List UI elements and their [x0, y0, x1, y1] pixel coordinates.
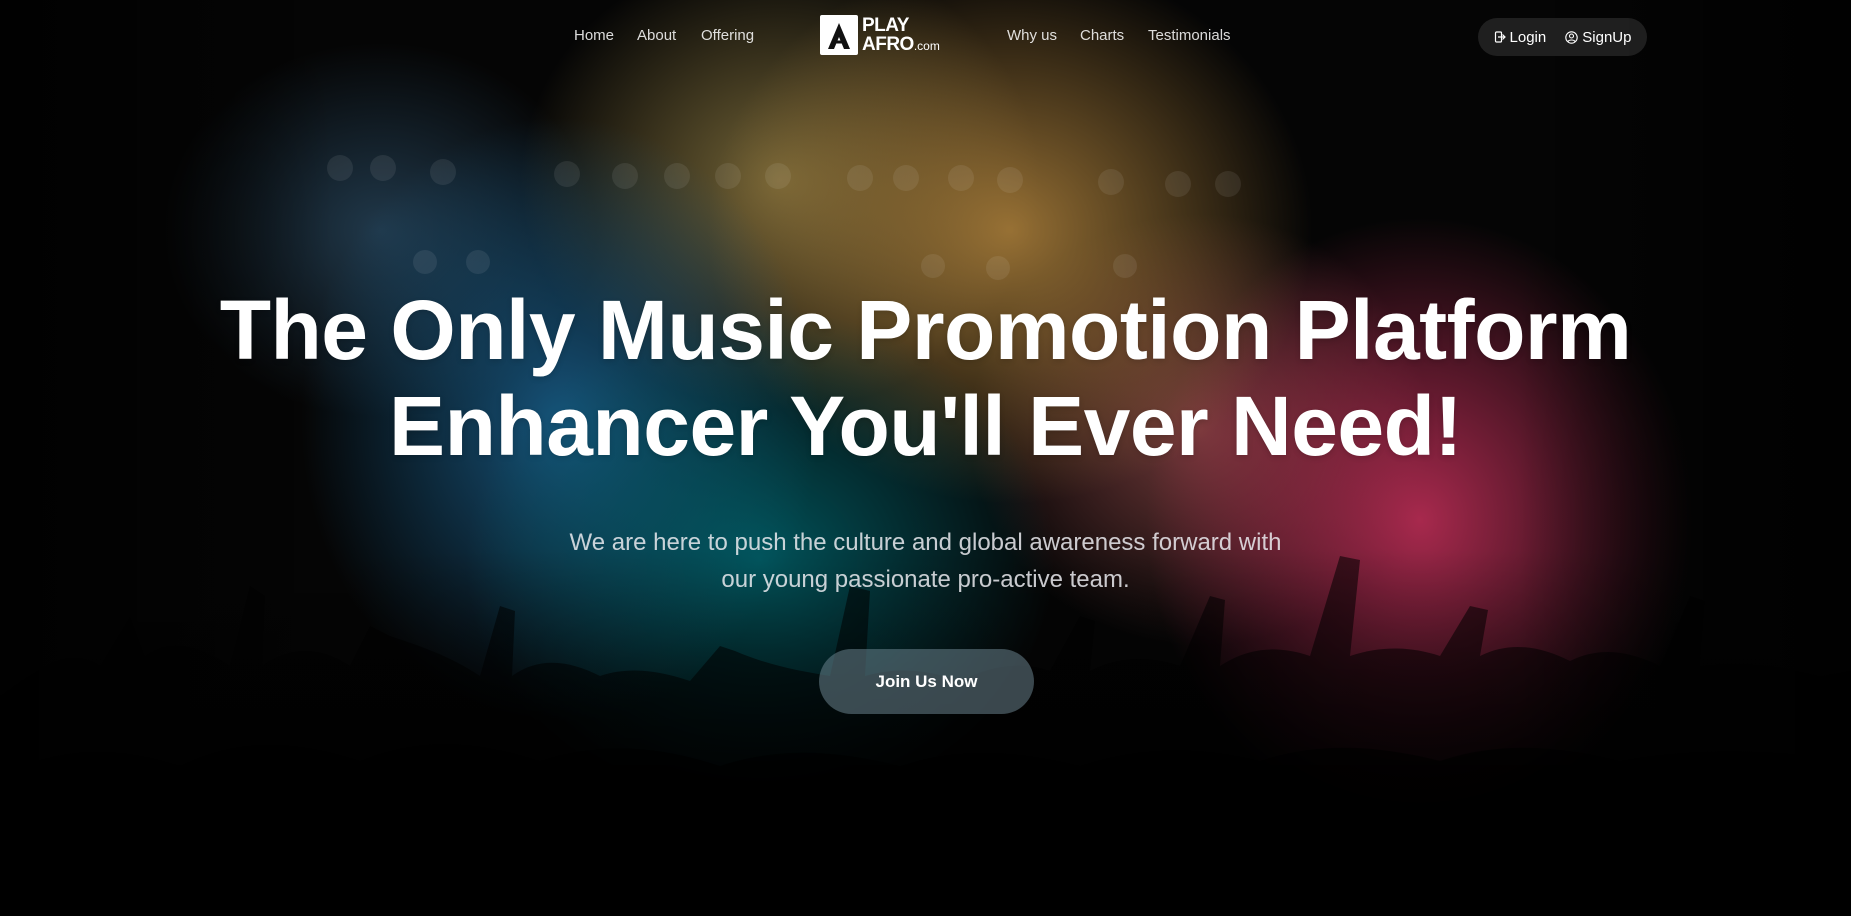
logo-play-text: PLAY — [862, 15, 909, 36]
signup-label: SignUp — [1582, 28, 1632, 46]
hero-subtitle-line-1: We are here to push the culture and glob… — [569, 529, 1282, 556]
nav-about[interactable]: About — [637, 27, 676, 44]
nav-why-us[interactable]: Why us — [1007, 27, 1057, 44]
hero-headline: The Only Music Promotion Platform Enhanc… — [0, 282, 1851, 474]
hero-section: Home About Offering PLAY AFRO.com Why us… — [0, 0, 1851, 916]
logo-afro-text: AFRO — [862, 34, 914, 55]
login-button[interactable]: Login — [1494, 28, 1547, 46]
nav-testimonials[interactable]: Testimonials — [1148, 27, 1231, 44]
nav-offering[interactable]: Offering — [701, 27, 754, 44]
site-logo[interactable]: PLAY AFRO.com — [820, 14, 945, 56]
signup-button[interactable]: SignUp — [1565, 29, 1631, 46]
user-circle-icon — [1565, 30, 1579, 44]
top-navbar: Home About Offering PLAY AFRO.com Why us… — [0, 0, 1851, 74]
hero-headline-line-2: Enhancer You'll Ever Need! — [389, 379, 1462, 473]
nav-charts[interactable]: Charts — [1080, 27, 1124, 44]
logo-com-text: .com — [913, 39, 940, 53]
logo-wordmark: PLAY AFRO.com — [862, 16, 940, 54]
login-label: Login — [1509, 28, 1547, 46]
hero-subtitle-line-2: our young passionate pro-active team. — [721, 566, 1130, 593]
hero-subtitle: We are here to push the culture and glob… — [0, 524, 1851, 598]
nav-home[interactable]: Home — [574, 27, 614, 44]
logo-mark-icon — [820, 15, 858, 55]
login-icon — [1494, 31, 1506, 43]
join-us-now-button[interactable]: Join Us Now — [819, 649, 1034, 714]
hero-headline-line-1: The Only Music Promotion Platform — [219, 283, 1632, 377]
auth-pill: Login SignUp — [1478, 18, 1647, 56]
